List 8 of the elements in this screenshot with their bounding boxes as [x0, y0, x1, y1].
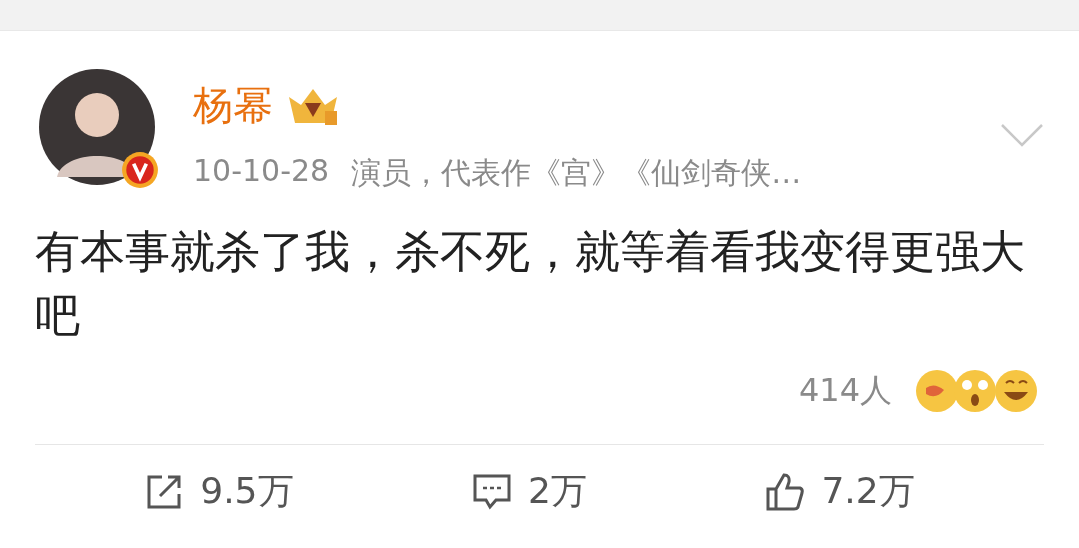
post-date: 10-10-28: [193, 153, 330, 190]
like-button[interactable]: 7.2万: [765, 467, 915, 516]
user-bio: 演员，代表作《宫》《仙剑奇侠…: [351, 154, 802, 192]
avatar[interactable]: [39, 69, 155, 185]
comment-button[interactable]: 2万: [472, 467, 587, 516]
thumbs-up-icon: [765, 471, 806, 512]
repost-button[interactable]: 9.5万: [144, 467, 294, 516]
post-text: 有本事就杀了我，杀不死，就等着看我变得更强大吧: [35, 224, 1026, 344]
